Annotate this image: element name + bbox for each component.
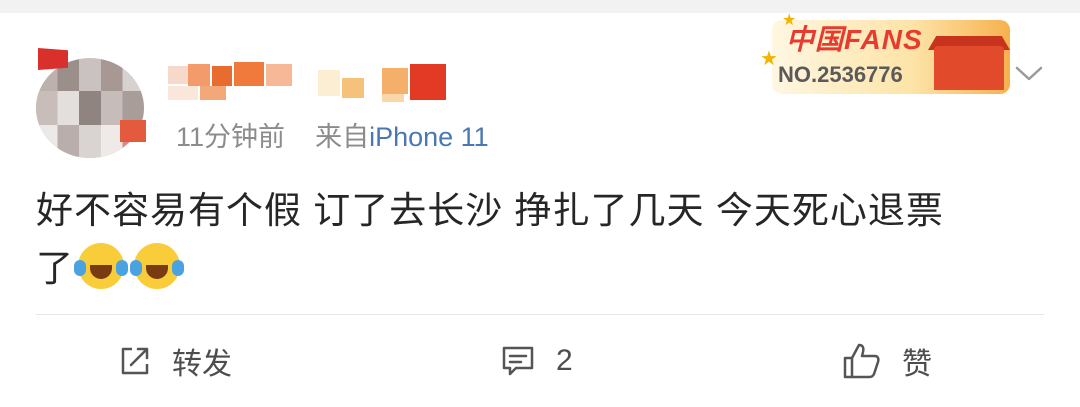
post-text: 好不容易有个假 订了去长沙 挣扎了几天 今天死心退票 了 <box>36 182 1046 298</box>
flag-icon <box>38 48 68 70</box>
like-label: 赞 <box>902 348 932 381</box>
laugh-cry-icon <box>74 243 128 289</box>
share-icon <box>121 347 149 375</box>
post-time: 11分钟前 <box>176 122 286 152</box>
thumbs-up-icon <box>843 343 880 379</box>
post-text-line1: 好不容易有个假 订了去长沙 挣扎了几天 今天死心退票 <box>36 190 944 231</box>
avatar-badge-icon <box>120 120 146 142</box>
source-prefix: 来自 <box>315 122 370 152</box>
laugh-cry-icon <box>130 243 184 289</box>
avatar[interactable] <box>36 48 151 158</box>
divider <box>36 314 1044 315</box>
badge-brand: 中国FANS <box>786 24 923 55</box>
comment-button[interactable]: 2 <box>500 335 573 387</box>
fans-badge[interactable]: ★ ★ 中国FANS NO.2536776 <box>752 10 1012 94</box>
comment-count: 2 <box>556 344 573 377</box>
chevron-down-icon[interactable] <box>1014 58 1044 88</box>
share-label: 转发 <box>172 348 232 381</box>
star-icon: ★ <box>760 48 778 70</box>
source-device[interactable]: iPhone 11 <box>369 122 489 152</box>
comment-icon <box>502 346 534 376</box>
username-redacted[interactable] <box>168 60 468 105</box>
post-meta: 11分钟前 来自iPhone 11 <box>176 120 489 154</box>
post-text-line2: 了 <box>36 248 74 289</box>
badge-number: NO.2536776 <box>778 62 903 87</box>
share-button[interactable]: 转发 <box>118 335 232 387</box>
avatar-image <box>36 58 144 158</box>
like-button[interactable]: 赞 <box>842 335 932 387</box>
